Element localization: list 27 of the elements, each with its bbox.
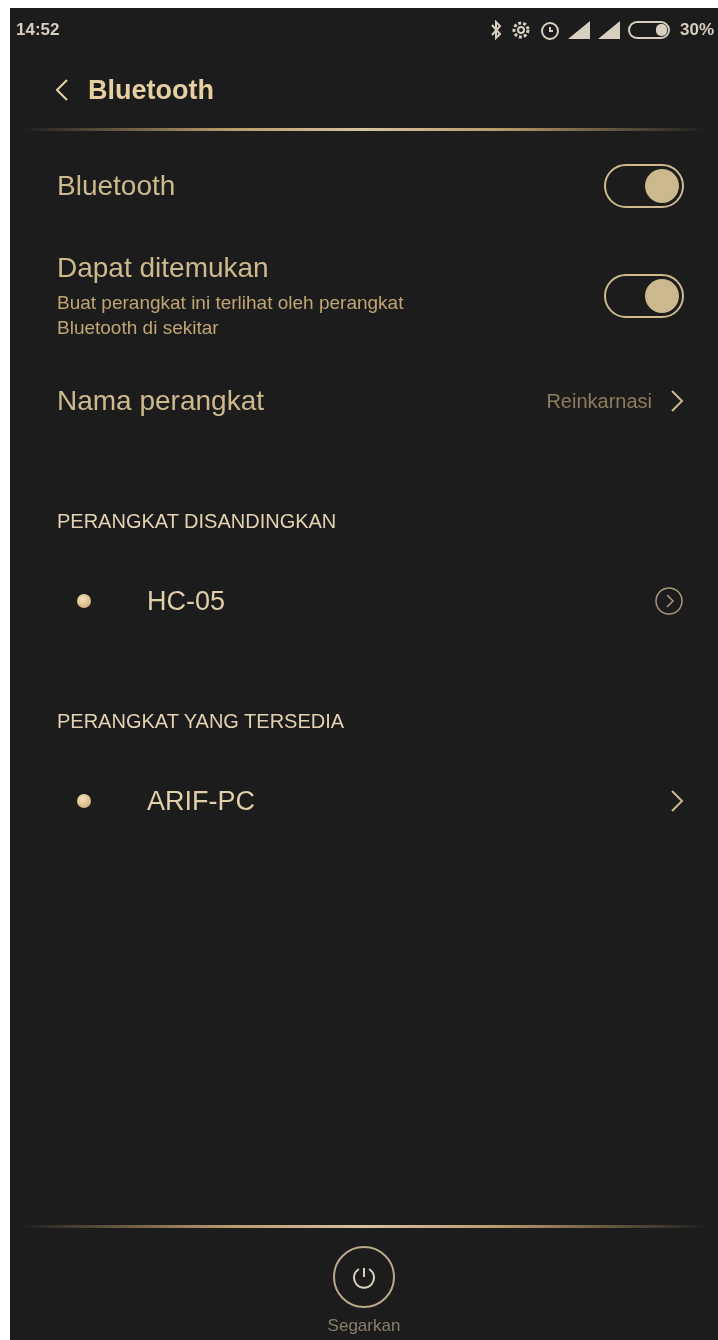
bluetooth-icon: [489, 20, 502, 40]
chevron-icon: [670, 389, 684, 413]
info-chevron-icon[interactable]: [654, 586, 684, 616]
battery-icon: [627, 20, 672, 40]
refresh-label: Segarkan: [327, 1316, 401, 1336]
refresh-button[interactable]: [333, 1246, 395, 1308]
setting-description: Buat perangkat ini terlihat oleh perangkat Bluetooth di sekitar: [57, 291, 405, 340]
setting-label: Nama perangkat: [57, 385, 264, 417]
section-header: PERANGKAT YANG TERSEDIA: [56, 708, 346, 734]
section-header: PERANGKAT DISANDINGKAN: [56, 508, 338, 534]
status-time: 14:52: [16, 20, 60, 40]
toggle-switch[interactable]: [604, 274, 684, 318]
device-name[interactable]: HC-05: [147, 585, 226, 617]
setting-label: Dapat ditemukan: [57, 252, 270, 284]
battery-level: 30%: [679, 20, 714, 40]
page-title: Bluetooth: [88, 74, 214, 106]
toggle-switch[interactable]: [604, 164, 684, 208]
device-dot-icon: [77, 594, 91, 608]
back-icon[interactable]: [56, 79, 68, 101]
device-name[interactable]: ARIF-PC: [147, 785, 255, 817]
device-dot-icon: [77, 794, 91, 808]
setting-label: Bluetooth: [57, 170, 176, 202]
alarm-icon: [539, 19, 560, 41]
device-name-value: Reinkarnasi: [546, 389, 652, 413]
signal-icon: [597, 21, 620, 39]
signal-icon: [567, 21, 590, 39]
chevron-icon: [670, 789, 684, 813]
